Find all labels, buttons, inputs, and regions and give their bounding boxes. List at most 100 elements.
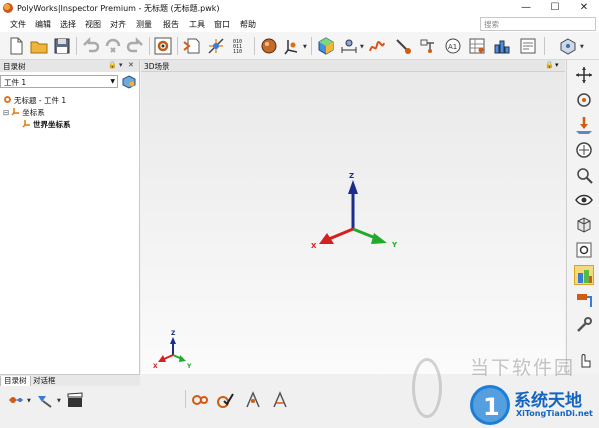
view-settings-button[interactable] — [574, 240, 594, 260]
redo-button[interactable] — [126, 36, 146, 56]
tree-item-world-axis[interactable]: 世界坐标系 — [22, 119, 71, 130]
align-sphere-button[interactable] — [259, 36, 279, 56]
x-axis-label: X — [311, 242, 317, 250]
zoom-button[interactable] — [574, 140, 594, 160]
measure-distance-button[interactable] — [339, 36, 359, 56]
zoom-plane-button[interactable] — [574, 115, 594, 135]
tree-item-label: 世界坐标系 — [33, 120, 71, 129]
probe-tool-button[interactable] — [393, 36, 413, 56]
scan-button[interactable] — [206, 36, 226, 56]
wireframe-button[interactable] — [574, 215, 594, 235]
part-properties-button[interactable] — [121, 75, 137, 89]
deviation-tool-button[interactable] — [574, 290, 594, 310]
template-button[interactable] — [518, 36, 538, 56]
report-table-button[interactable] — [467, 36, 487, 56]
search-input[interactable]: 搜索 — [480, 17, 596, 31]
tree-item-root[interactable]: 无标题 - 工件 1 — [3, 95, 66, 106]
coordinate-system-icon — [11, 108, 20, 116]
3d-scene-viewport[interactable]: Z Y X Z Y X — [141, 72, 565, 374]
close-button[interactable]: ✕ — [570, 0, 598, 16]
view-options-button[interactable] — [558, 36, 578, 56]
reporting-button[interactable] — [492, 36, 512, 56]
watermark-logo-letter: 1 — [483, 393, 500, 421]
watermark-url-text: XiTongTianDi.net — [516, 409, 593, 418]
mini-x-label: X — [153, 363, 158, 370]
tree-item-coordinate-systems[interactable]: ⊟ 坐标系 — [3, 107, 45, 118]
toolbar-separator — [177, 37, 178, 55]
hand-cursor-icon[interactable] — [574, 350, 594, 370]
check-target-button[interactable] — [215, 390, 235, 410]
panel-menu-arrow-icon[interactable]: ▾ — [119, 61, 123, 69]
undo-reset-button[interactable] — [103, 36, 123, 56]
gdt-tool-button[interactable]: A1 — [443, 36, 463, 56]
world-axis-icon — [22, 120, 30, 128]
tree-panel: 目录树 🔒 ▾ ✕ 工件 1 ▼ 无标题 - 工件 1 ⊟ 坐标系 世界坐标系 — [0, 60, 140, 374]
chevron-down-icon[interactable]: ▼ — [303, 44, 307, 50]
undo-button[interactable] — [80, 36, 100, 56]
view-toolbar — [566, 60, 599, 374]
minimize-button[interactable]: — — [512, 0, 540, 16]
toolbar-separator — [76, 37, 77, 55]
open-folder-button[interactable] — [29, 36, 49, 56]
zoom-window-button[interactable] — [574, 165, 594, 185]
bottom-tab-strip: 目录树 对话框 — [0, 374, 140, 387]
menu-tools[interactable]: 工具 — [189, 19, 205, 30]
measure-a-button[interactable] — [243, 390, 263, 410]
z-axis-label: Z — [349, 172, 354, 180]
menu-view[interactable]: 视图 — [85, 19, 101, 30]
svg-text:A1: A1 — [448, 43, 457, 51]
watermark-ring-decoration — [412, 358, 442, 418]
tree-panel-header: 目录树 🔒 ▾ ✕ — [0, 60, 139, 72]
probe-setup-button[interactable] — [6, 390, 26, 410]
chevron-down-icon[interactable]: ▼ — [57, 398, 61, 404]
panel-menu-arrow-icon[interactable]: ▾ — [555, 61, 559, 69]
device-button[interactable] — [35, 390, 55, 410]
chevron-down-icon[interactable]: ▼ — [580, 44, 584, 50]
toolbar-separator — [544, 37, 545, 55]
color-map-button[interactable] — [574, 265, 594, 285]
import-button[interactable] — [182, 36, 202, 56]
svg-text:110: 110 — [233, 49, 242, 55]
pin-icon[interactable]: 🔒 — [108, 61, 117, 69]
menu-align[interactable]: 对齐 — [110, 19, 126, 30]
tree-panel-title: 目录树 — [3, 62, 26, 71]
feature-tool-button[interactable] — [418, 36, 438, 56]
clapper-button[interactable] — [65, 390, 85, 410]
axis-tool-button[interactable] — [282, 36, 302, 56]
toolbar-separator — [254, 37, 255, 55]
cube-view-button[interactable] — [316, 36, 336, 56]
pin-icon[interactable]: 🔒 — [545, 61, 554, 69]
save-button[interactable] — [52, 36, 72, 56]
wrench-tool-button[interactable] — [574, 315, 594, 335]
toolbar-separator — [311, 37, 312, 55]
visibility-button[interactable] — [574, 190, 594, 210]
mini-y-label: Y — [186, 363, 192, 370]
app-logo-icon — [3, 3, 13, 13]
menu-select[interactable]: 选择 — [60, 19, 76, 30]
points-button[interactable] — [190, 390, 210, 410]
menu-help[interactable]: 帮助 — [240, 19, 256, 30]
curve-tool-button[interactable] — [367, 36, 387, 56]
menu-window[interactable]: 窗口 — [214, 19, 230, 30]
measure-b-button[interactable] — [270, 390, 290, 410]
maximize-button[interactable]: ☐ — [541, 0, 569, 16]
menu-edit[interactable]: 编辑 — [35, 19, 51, 30]
watermark-gray-text: 当下软件园 — [470, 357, 576, 379]
part-selector[interactable]: 工件 1 ▼ — [0, 75, 118, 88]
chevron-down-icon[interactable]: ▼ — [27, 398, 31, 404]
menu-file[interactable]: 文件 — [10, 19, 26, 30]
collapse-icon[interactable]: ⊟ — [3, 108, 9, 117]
settings-button[interactable] — [153, 36, 173, 56]
menu-measure[interactable]: 测量 — [136, 19, 152, 30]
scene-panel-header: 3D场景 🔒 ▾ — [141, 60, 565, 72]
window-title: PolyWorks|Inspector Premium - 无标题 (无标题.p… — [17, 4, 220, 13]
pan-button[interactable] — [574, 65, 594, 85]
binary-data-button[interactable]: 010 011 110 — [230, 36, 250, 56]
z-axis-arrow — [348, 180, 358, 194]
panel-close-icon[interactable]: ✕ — [128, 61, 134, 69]
new-file-button[interactable] — [6, 36, 26, 56]
chevron-down-icon[interactable]: ▼ — [360, 44, 364, 50]
menu-report[interactable]: 报告 — [163, 19, 179, 30]
rotate-button[interactable] — [574, 90, 594, 110]
orientation-triad: Z Y X — [153, 330, 192, 370]
